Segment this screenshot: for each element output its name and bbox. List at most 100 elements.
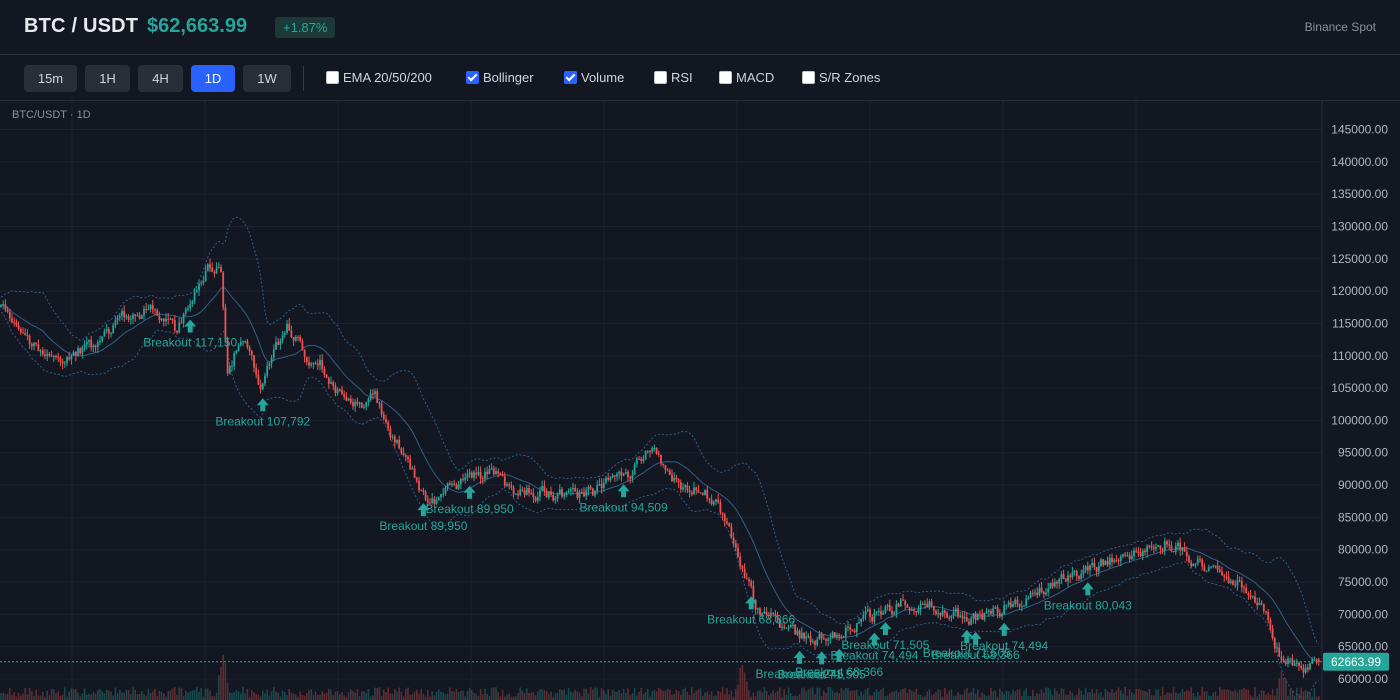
volume-bar [827, 687, 829, 700]
volume-bar [440, 691, 442, 700]
candle-body [37, 344, 40, 352]
volume-bar [541, 689, 543, 700]
candle-body [1071, 571, 1074, 578]
volume-bar [398, 687, 400, 700]
candle-body [1040, 587, 1043, 593]
volume-bar [169, 690, 172, 700]
volume-bar [658, 687, 660, 700]
candle-body [220, 267, 222, 273]
candle-body [145, 308, 148, 310]
volume-bar [728, 694, 730, 700]
bollinger-checkbox[interactable] [466, 71, 479, 84]
candle-body [886, 605, 889, 607]
volume-bar [878, 691, 880, 700]
candle-body [948, 617, 951, 619]
candle-body [838, 634, 841, 637]
volume-bar [466, 690, 469, 700]
candle-body [380, 403, 383, 415]
candle-body [1214, 565, 1217, 567]
volume-bar [913, 692, 915, 700]
candle-body [1306, 667, 1309, 670]
timeframe-button-1w[interactable]: 1W [243, 65, 291, 92]
volume-bar [235, 690, 238, 700]
candle-body [1278, 647, 1281, 657]
price-axis-tick-label: 70000.00 [1338, 607, 1388, 621]
volume-bar [369, 696, 372, 700]
candle-body [882, 612, 885, 615]
candle-body [880, 611, 882, 615]
volume-bar [1078, 688, 1080, 700]
volume-bar [539, 689, 541, 700]
chart-toolbar: 15m 1H 4H 1D 1W EMA 20/50/200 Bollinger … [0, 55, 1400, 101]
volume-bar [543, 690, 546, 700]
candle-body [132, 314, 134, 319]
candle-body [1078, 576, 1080, 579]
candle-body [255, 367, 258, 375]
volume-bar [288, 688, 290, 700]
volume-bar [468, 687, 471, 700]
volume-bar [864, 689, 867, 700]
volume-bar [992, 691, 994, 700]
macd-checkbox[interactable] [719, 71, 732, 84]
candle-body [506, 484, 508, 486]
breakout-signals: Breakout 117,150 Breakout 107,792 Breakout… [143, 319, 1132, 681]
volume-bar [143, 693, 145, 700]
candle-body [871, 616, 874, 622]
volume-bar [726, 688, 728, 700]
breakout-arrow-icon [184, 319, 197, 333]
candle-body [275, 342, 277, 350]
volume-bar [840, 687, 843, 700]
volume-bar [66, 696, 68, 700]
candle-body [250, 351, 253, 356]
candle-body [202, 280, 205, 283]
candle-body [605, 477, 607, 483]
timeframe-button-1d[interactable]: 1D [191, 65, 235, 92]
candle-body [308, 361, 310, 366]
volume-bar [776, 690, 779, 700]
price-axis-tick-label: 105000.00 [1331, 381, 1388, 395]
candle-body [591, 488, 594, 496]
ema-checkbox[interactable] [326, 71, 339, 84]
price-chart[interactable]: Breakout 117,150 Breakout 107,792 Breakout… [0, 101, 1400, 700]
candle-body [343, 393, 346, 398]
candle-body [495, 471, 497, 475]
candle-body [1249, 595, 1252, 598]
volume-bar [627, 688, 629, 700]
volume-bar [783, 689, 785, 700]
volume-bar [477, 695, 480, 700]
sr-zones-checkbox[interactable] [802, 71, 815, 84]
timeframe-button-15m[interactable]: 15m [24, 65, 77, 92]
candle-body [569, 489, 572, 491]
rsi-checkbox[interactable] [654, 71, 667, 84]
candle-body [545, 491, 548, 498]
candle-body [1223, 575, 1226, 577]
volume-bar [750, 696, 752, 700]
volume-bar [116, 693, 119, 700]
price-axis-tick-label: 80000.00 [1338, 543, 1388, 557]
volume-bar [479, 688, 482, 700]
candle-body [963, 616, 966, 619]
candle-body [679, 482, 682, 490]
candle-body [644, 451, 647, 460]
candle-body [1267, 611, 1270, 621]
volume-bar [737, 684, 739, 700]
candle-body [1091, 562, 1094, 566]
timeframe-button-1h[interactable]: 1H [85, 65, 130, 92]
volume-checkbox[interactable] [564, 71, 577, 84]
volume-bar [631, 692, 634, 700]
volume-bar [438, 689, 440, 700]
candle-body [895, 603, 898, 613]
volume-bar [1023, 690, 1025, 700]
candle-body [415, 477, 418, 481]
volume-bar [677, 691, 680, 700]
breakout-arrow-icon [463, 485, 476, 499]
candle-body [561, 489, 563, 497]
candle-body [231, 365, 233, 367]
candle-body [1073, 571, 1076, 573]
candle-body [367, 399, 370, 402]
candle-body [1016, 599, 1019, 604]
candle-body [741, 565, 744, 569]
volume-bar [237, 691, 240, 700]
timeframe-button-4h[interactable]: 4H [138, 65, 183, 92]
volume-bar [433, 695, 436, 700]
